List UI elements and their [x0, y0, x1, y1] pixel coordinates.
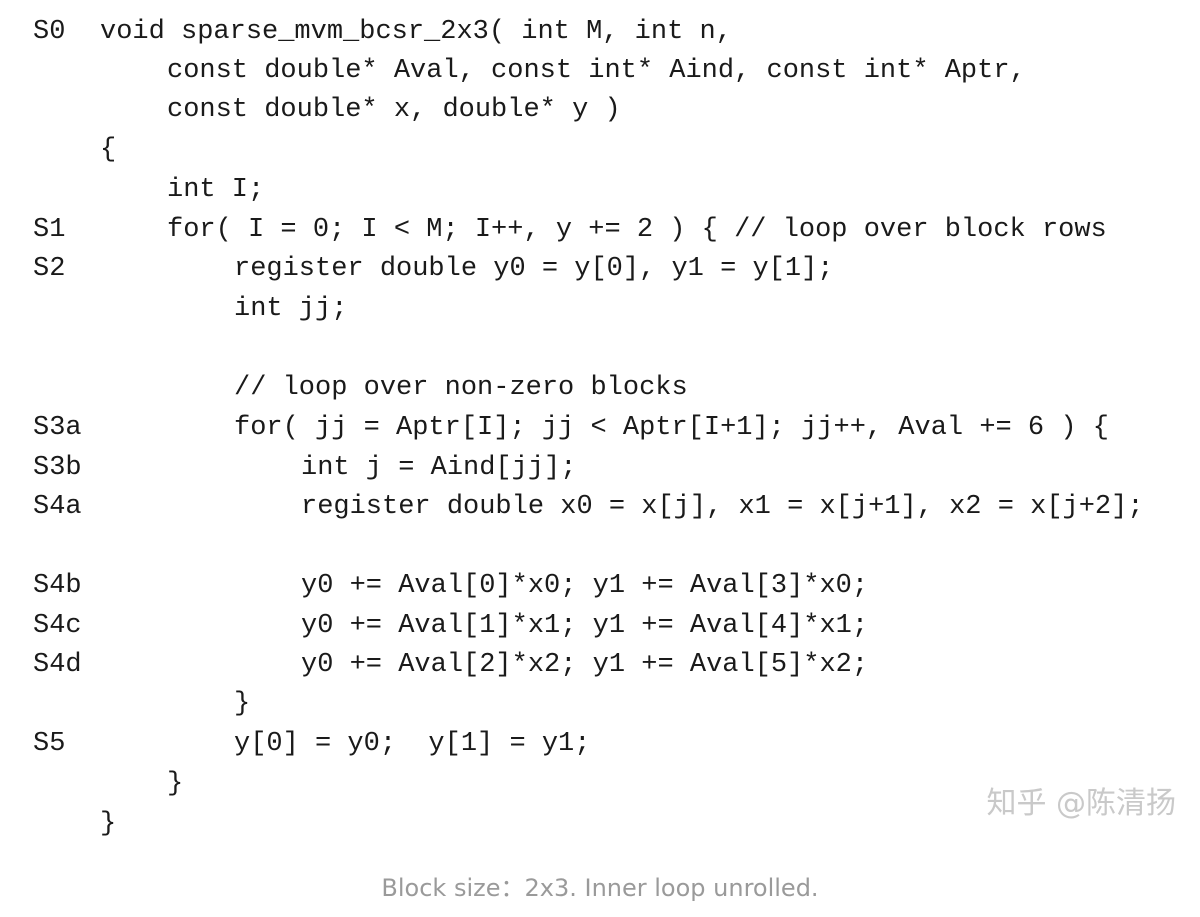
code-line: // loop over non-zero blocks	[0, 368, 1200, 408]
line-label: S0	[33, 17, 66, 47]
code-line: }	[0, 684, 1200, 724]
line-label: S4c	[33, 611, 82, 641]
line-code: y0 += Aval[2]*x2; y1 += Aval[5]*x2;	[301, 650, 869, 680]
code-line: S4a register double x0 = x[j], x1 = x[j+1…	[0, 487, 1200, 527]
code-line: S3b int j = Aind[jj];	[0, 448, 1200, 488]
code-line: S4c y0 += Aval[1]*x1; y1 += Aval[4]*x1;	[0, 606, 1200, 646]
code-line: S3a for( jj = Aptr[I]; jj < Aptr[I+1]; jj…	[0, 408, 1200, 448]
line-label: S3a	[33, 413, 82, 443]
code-line: S5 y[0] = y0; y[1] = y1;	[0, 724, 1200, 764]
line-code: // loop over non-zero blocks	[234, 373, 688, 403]
line-code: y0 += Aval[0]*x0; y1 += Aval[3]*x0;	[301, 571, 869, 601]
line-code: int jj;	[234, 294, 348, 324]
line-label: S5	[33, 729, 66, 759]
line-code: }	[100, 809, 117, 839]
line-code: {	[100, 135, 117, 165]
line-label: S3b	[33, 453, 82, 483]
line-label: S4d	[33, 650, 82, 680]
code-line: S4b y0 += Aval[0]*x0; y1 += Aval[3]*x0;	[0, 566, 1200, 606]
line-label: S4b	[33, 571, 82, 601]
code-line: {	[0, 130, 1200, 170]
line-code: void sparse_mvm_bcsr_2x3( int M, int n,	[100, 17, 732, 47]
line-code: register double y0 = y[0], y1 = y[1];	[234, 254, 834, 284]
code-line: S4d y0 += Aval[2]*x2; y1 += Aval[5]*x2;	[0, 645, 1200, 685]
code-line: S1 for( I = 0; I < M; I++, y += 2 ) { // …	[0, 210, 1200, 250]
code-line: int I;	[0, 170, 1200, 210]
code-line: int jj;	[0, 289, 1200, 329]
line-code: for( I = 0; I < M; I++, y += 2 ) { // lo…	[167, 215, 1107, 245]
line-code: const double* x, double* y )	[167, 95, 621, 125]
line-code: int I;	[167, 175, 265, 205]
line-code: }	[234, 689, 251, 719]
line-code: y0 += Aval[1]*x1; y1 += Aval[4]*x1;	[301, 611, 869, 641]
line-label: S2	[33, 254, 66, 284]
code-line: S2 register double y0 = y[0], y1 = y[1];	[0, 249, 1200, 289]
line-label: S4a	[33, 492, 82, 522]
line-code: register double x0 = x[j], x1 = x[j+1], …	[301, 492, 1144, 522]
figure-caption: Block size：2x3. Inner loop unrolled.	[381, 874, 819, 902]
line-code: const double* Aval, const int* Aind, con…	[167, 56, 1026, 86]
watermark: 知乎 @陈清扬	[986, 786, 1176, 821]
line-code: for( jj = Aptr[I]; jj < Aptr[I+1]; jj++,…	[234, 413, 1109, 443]
code-line: const double* Aval, const int* Aind, con…	[0, 51, 1200, 91]
line-code: y[0] = y0; y[1] = y1;	[234, 729, 591, 759]
line-code: }	[167, 769, 184, 799]
line-label: S1	[33, 215, 66, 245]
code-line: const double* x, double* y )	[0, 90, 1200, 130]
line-code: int j = Aind[jj];	[301, 453, 577, 483]
code-listing: S0 void sparse_mvm_bcsr_2x3( int M, int n…	[0, 0, 1200, 860]
code-line: S0 void sparse_mvm_bcsr_2x3( int M, int n…	[0, 12, 1200, 52]
